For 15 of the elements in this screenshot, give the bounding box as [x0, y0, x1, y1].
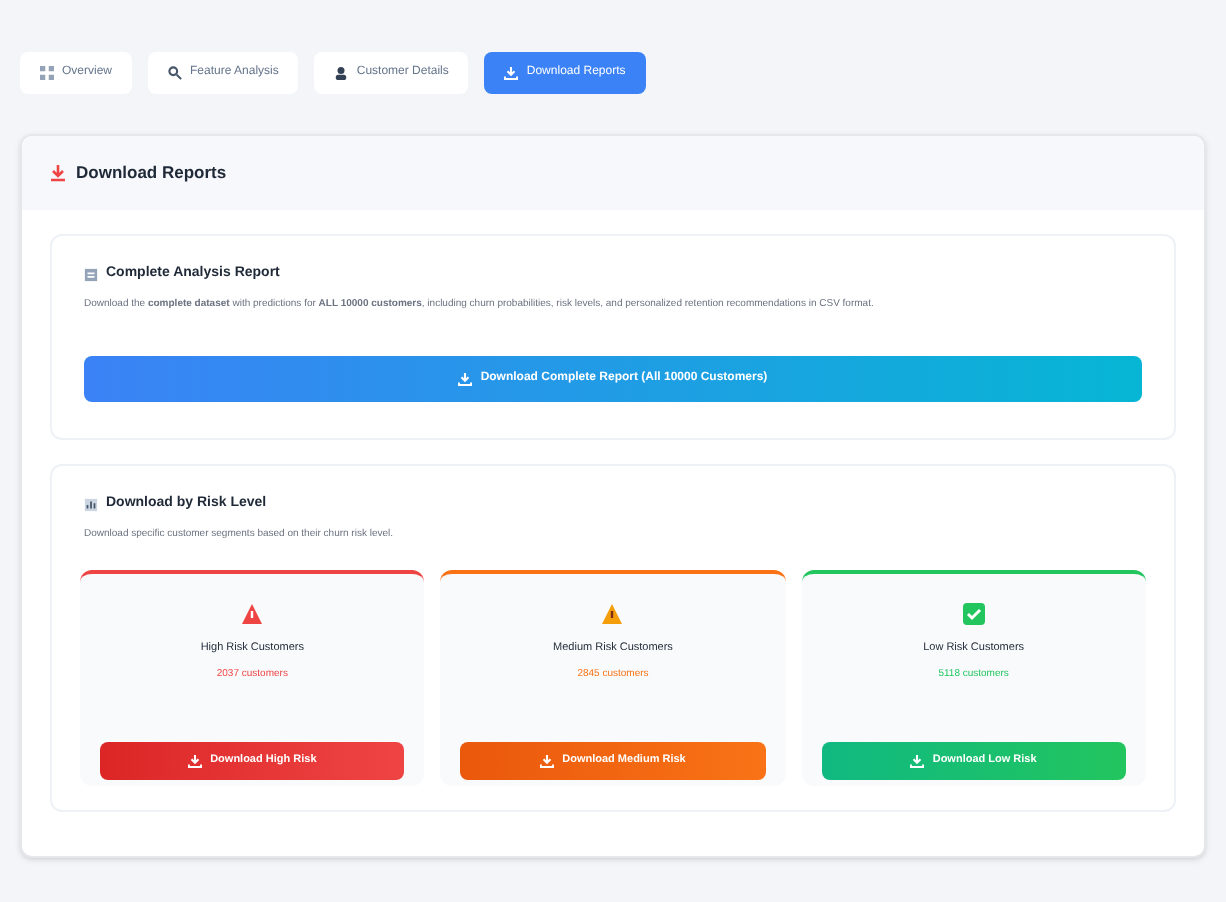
alert-icon: [240, 602, 265, 627]
chart-icon: [84, 498, 98, 512]
document-icon: [84, 267, 98, 281]
search-icon: [168, 66, 183, 80]
panel-title: Download Reports: [76, 160, 227, 186]
download-icon: [458, 372, 473, 387]
download-icon: [188, 754, 203, 768]
warning-icon: [600, 602, 625, 627]
person-icon: [334, 66, 349, 80]
download-icon: [540, 754, 555, 768]
download-icon: [504, 66, 519, 80]
download-icon: [910, 754, 925, 768]
check-icon: [961, 602, 986, 627]
grid-icon: [40, 66, 54, 80]
download-arrow-icon: [50, 163, 66, 182]
